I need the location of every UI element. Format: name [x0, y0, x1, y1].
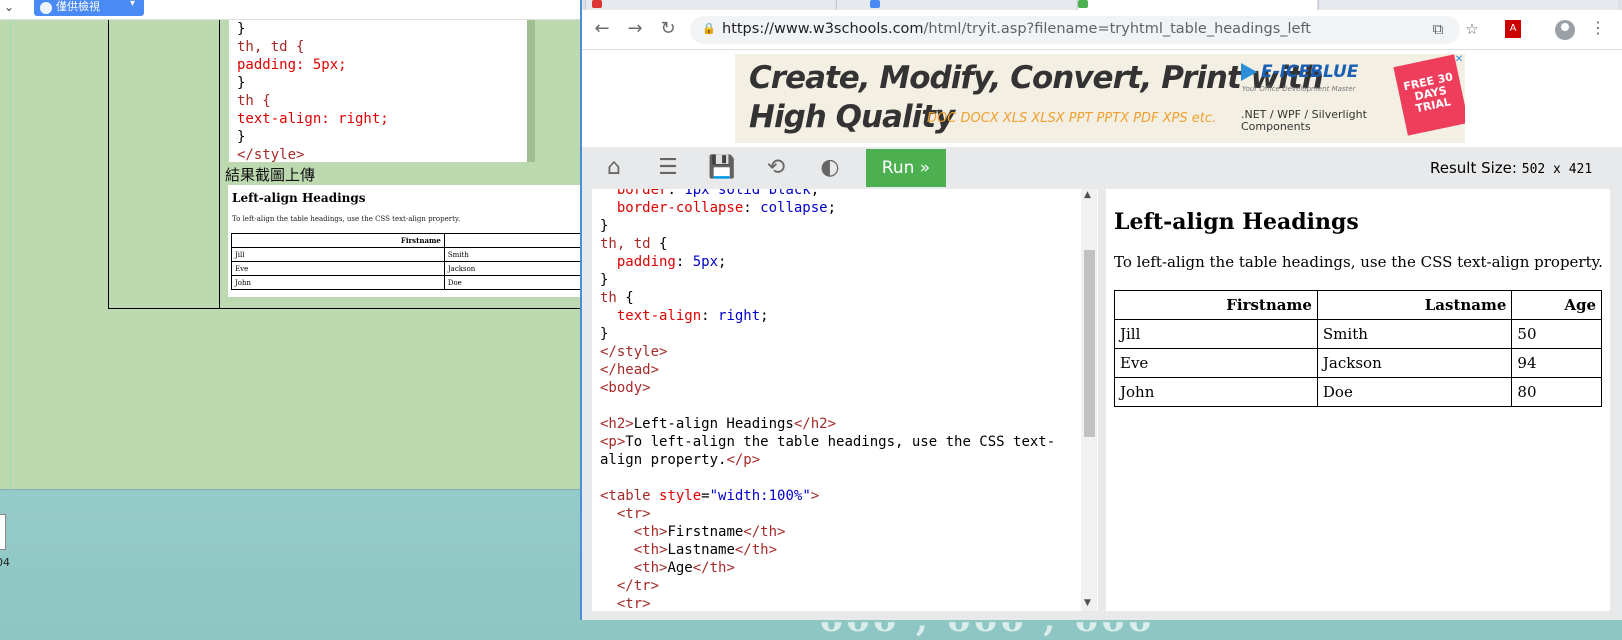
tab-favicon-icon: [592, 0, 602, 8]
code-line-text: padding: 5px;: [237, 57, 347, 73]
table-row: Eve Jackson 94: [1114, 348, 1602, 378]
ad-headline-line2: High Quality: [749, 99, 955, 135]
scroll-up-icon[interactable]: ▲: [1084, 190, 1091, 200]
profile-icon[interactable]: [1555, 20, 1575, 40]
browser-tab[interactable]: [585, 0, 835, 10]
desktop-file-label[interactable]: 04: [0, 556, 10, 569]
ad-tagline: Your Office Development Master: [1242, 85, 1356, 93]
table-cell: Eve: [1114, 348, 1318, 378]
table-header: Firstname: [1114, 290, 1318, 320]
shot-table: FirstnameLa JillSmith EveJackson JohnDoe: [231, 233, 584, 290]
result-size-value: 502 x 421: [1521, 162, 1593, 177]
reload-icon[interactable]: ↻: [656, 18, 680, 39]
hamburger-menu-icon[interactable]: ☰: [649, 151, 687, 185]
shot-cell: John: [231, 275, 445, 290]
code-line: }: [237, 129, 246, 145]
table-row: Jill Smith 50: [1114, 319, 1602, 349]
table-cell: 94: [1511, 348, 1602, 378]
chevron-down-icon[interactable]: ⌄: [4, 0, 14, 14]
ad-formats: DOC DOCX XLS XLSX PPT PPTX PDF XPS etc.: [927, 111, 1217, 126]
scroll-down-icon[interactable]: ▼: [1084, 598, 1091, 608]
lock-icon[interactable]: 🔒: [702, 22, 716, 35]
screenshot-caption: 結果截圖上傳: [225, 166, 316, 184]
shot-cell: Doe: [443, 275, 584, 290]
shot-cell: Jackson: [443, 261, 584, 276]
browser-tab[interactable]: [1318, 0, 1618, 10]
code-editor[interactable]: border: 1px solid black; border-collapse…: [592, 189, 1098, 611]
desktop-file-icon[interactable]: [0, 514, 6, 550]
save-icon[interactable]: 💾: [703, 151, 741, 185]
browser-tab-active[interactable]: [1077, 0, 1317, 10]
code-line: th, td {: [237, 39, 305, 55]
rotate-layout-icon[interactable]: ⟲: [757, 151, 795, 185]
table-row: John Doe 80: [1114, 377, 1602, 407]
url-path: /html/tryit.asp?filename=tryhtml_table_h…: [923, 21, 1311, 37]
table-cell: Jackson: [1316, 348, 1513, 378]
code-line: th {: [237, 93, 271, 109]
result-screenshot-image: Left-align Headings To left-align the ta…: [228, 185, 584, 297]
shot-cell: Smith: [443, 247, 584, 262]
code-line: </style>: [237, 147, 305, 162]
back-icon[interactable]: ←: [590, 18, 614, 39]
table-cell: Doe: [1316, 377, 1513, 407]
advertisement-banner[interactable]: Create, Modify, Convert, Print with High…: [735, 54, 1465, 143]
star-icon[interactable]: ☆: [1462, 20, 1482, 38]
tab-favicon-icon: [870, 0, 880, 8]
result-size-label: Result Size:: [1430, 159, 1517, 177]
table-cell: 50: [1511, 319, 1602, 349]
shot-cell: Eve: [231, 261, 445, 276]
ad-trial-badge: FREE 30 DAYS TRIAL: [1393, 54, 1465, 136]
code-line: }: [237, 21, 246, 37]
table-cell: John: [1114, 377, 1318, 407]
eye-icon: [40, 2, 52, 14]
ad-headline-line1: Create, Modify, Convert, Print with: [749, 60, 1324, 96]
code-content[interactable]: border: 1px solid black; border-collapse…: [600, 189, 1055, 611]
code-line: padding: 5px;: [237, 56, 531, 74]
url-host: https://www.w3schools.com: [722, 21, 924, 37]
result-table: Firstname Lastname Age Jill Smith 50 Eve…: [1114, 290, 1602, 407]
shot-header: La: [443, 233, 584, 248]
shot-paragraph: To left-align the table headings, use th…: [232, 215, 461, 223]
ad-platforms: .NET / WPF / Silverlight Components: [1241, 108, 1367, 133]
snippet-scrollbar[interactable]: [527, 20, 535, 162]
result-paragraph: To left-align the table headings, use th…: [1114, 253, 1603, 271]
menu-icon[interactable]: ⋮: [1590, 18, 1606, 37]
translate-icon[interactable]: ⧉: [1428, 20, 1448, 38]
pdf-extension-icon[interactable]: A: [1505, 20, 1521, 38]
table-header: Age: [1511, 290, 1602, 320]
result-heading: Left-align Headings: [1114, 209, 1359, 235]
run-button[interactable]: Run »: [866, 149, 946, 187]
home-icon[interactable]: ⌂: [595, 151, 633, 185]
result-size: Result Size: 502 x 421: [1430, 159, 1592, 177]
code-line: }: [237, 75, 246, 91]
theme-contrast-icon[interactable]: ◐: [811, 151, 849, 185]
forward-icon[interactable]: →: [623, 18, 647, 39]
shot-header: Firstname: [231, 233, 445, 248]
dropdown-arrow-icon[interactable]: ▾: [130, 0, 135, 9]
left-margin-line: [10, 20, 11, 490]
table-cell: Smith: [1316, 319, 1513, 349]
ad-brand: E-ICEBLUE: [1261, 62, 1359, 82]
url-text[interactable]: https://www.w3schools.com/html/tryit.asp…: [722, 21, 1311, 37]
table-header: Lastname: [1316, 290, 1513, 320]
w3schools-favicon-icon: [1078, 0, 1088, 8]
embedded-code-snippet: } th, td { padding: 5px; } th { text-ali…: [229, 20, 531, 162]
table-cell: Jill: [1114, 319, 1318, 349]
shot-cell: Jill: [231, 247, 445, 262]
shot-heading: Left-align Headings: [232, 191, 366, 205]
document-table-divider: [219, 20, 220, 309]
result-pane: Left-align Headings To left-align the ta…: [1106, 189, 1610, 611]
ad-close-icon[interactable]: ✕: [1453, 54, 1465, 66]
editor-scrollbar-thumb[interactable]: [1084, 250, 1095, 437]
table-cell: 80: [1511, 377, 1602, 407]
code-line: text-align: right;: [237, 111, 389, 127]
